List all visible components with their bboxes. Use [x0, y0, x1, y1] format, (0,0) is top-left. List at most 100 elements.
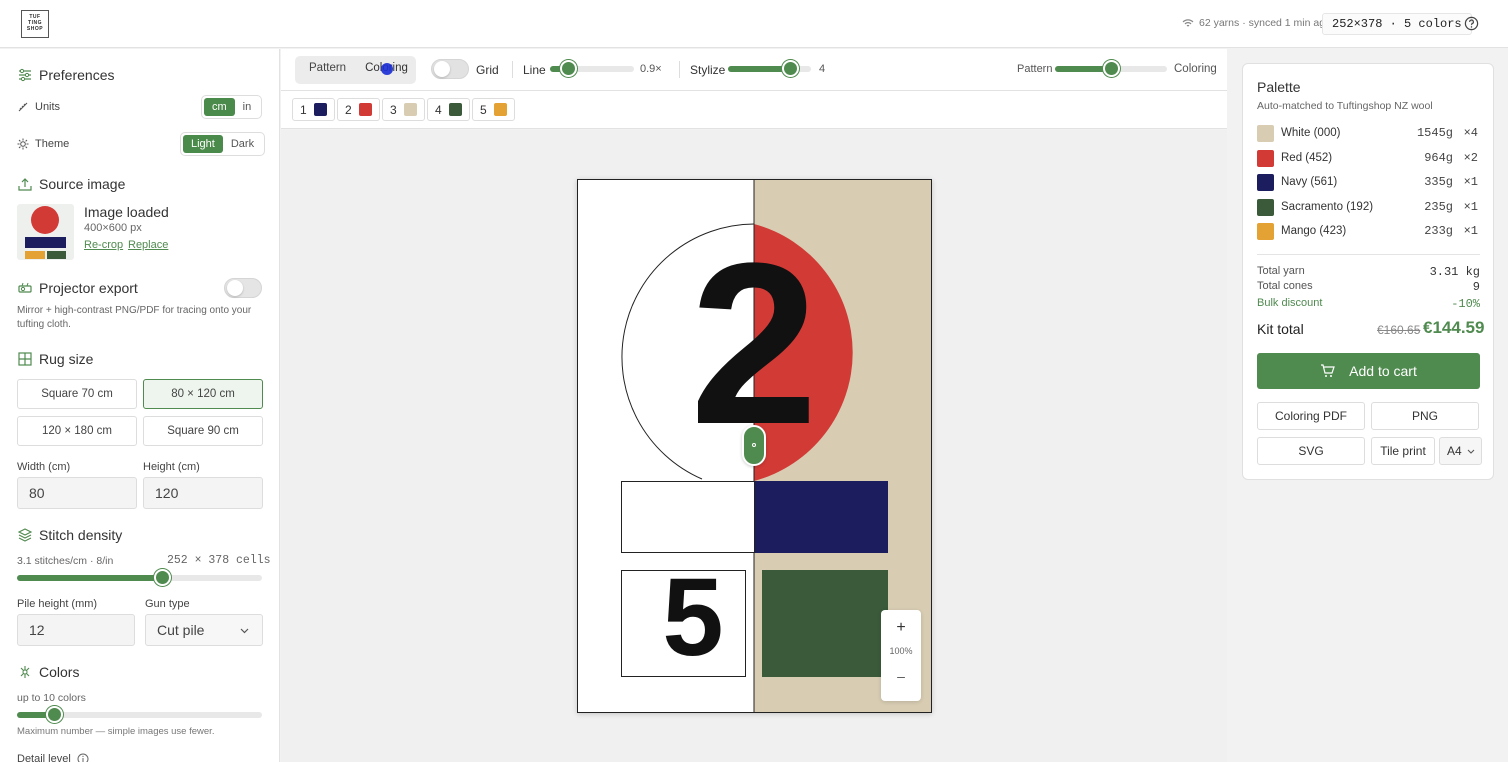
- units-option-in[interactable]: in: [235, 98, 260, 116]
- palette-item-navy[interactable]: Navy (561) 335g ×1: [1257, 173, 1481, 191]
- chip-swatch: [493, 103, 507, 116]
- kit-price: €144.59: [1423, 318, 1485, 337]
- color-chip-3[interactable]: 3: [382, 98, 425, 121]
- grid-info-badge: 252×378 · 5 colors: [1322, 13, 1472, 35]
- brand-logo[interactable]: TUF TING SHOP: [21, 10, 49, 38]
- replace-link[interactable]: Replace: [128, 239, 168, 251]
- stylize-slider[interactable]: [728, 60, 811, 77]
- recrop-link[interactable]: Re-crop: [84, 239, 123, 251]
- help-icon: [1464, 16, 1479, 31]
- height-input[interactable]: 120: [143, 477, 263, 509]
- preset-square-70[interactable]: Square 70 cm: [17, 379, 137, 409]
- theme-toggle[interactable]: Light Dark: [180, 132, 266, 156]
- coloring-pdf-button[interactable]: Coloring PDF: [1257, 402, 1365, 430]
- bulk-discount-label: Bulk discount: [1257, 297, 1323, 309]
- units-option-cm[interactable]: cm: [204, 98, 235, 116]
- stylize-label: Stylize: [690, 63, 726, 77]
- chevron-down-icon: [1467, 449, 1475, 454]
- view-mode-toggle[interactable]: Pattern Coloring: [295, 56, 416, 84]
- units-label: Units: [35, 101, 61, 113]
- palette-item-name: Red (452): [1281, 152, 1333, 164]
- palette-item-qty: ×1: [1463, 175, 1478, 189]
- projector-toggle[interactable]: [224, 278, 262, 298]
- palette-item-grams: 964g: [1424, 151, 1453, 165]
- stitch-cells: 252 × 378 cells: [167, 554, 271, 567]
- sliders-icon: [19, 68, 31, 82]
- zoom-in-button[interactable]: +: [881, 610, 921, 640]
- tile-print-button[interactable]: Tile print: [1371, 437, 1435, 465]
- palette-item-red[interactable]: Red (452) 964g ×2: [1257, 149, 1481, 167]
- gun-type-label: Gun type: [145, 598, 190, 610]
- paper-size-select[interactable]: A4: [1439, 437, 1482, 465]
- pile-height-input[interactable]: 12: [17, 614, 135, 646]
- palette-subtitle: Auto-matched to Tuftingshop NZ wool: [1257, 100, 1433, 112]
- add-to-cart-button[interactable]: Add to cart: [1257, 353, 1480, 389]
- split-handle[interactable]: [742, 425, 766, 466]
- color-chip-2[interactable]: 2: [337, 98, 380, 121]
- color-chip-5[interactable]: 5: [472, 98, 515, 121]
- palette-item-qty: ×4: [1463, 126, 1478, 140]
- rug-size-title: Rug size: [39, 351, 94, 367]
- stitch-density-value: 3.1 stitches/cm · 8/in: [17, 555, 114, 567]
- sun-icon: [17, 138, 29, 150]
- palette-swatch: [1257, 222, 1274, 240]
- preset-80x120[interactable]: 80 × 120 cm: [143, 379, 263, 409]
- chevron-down-icon: [240, 628, 249, 634]
- palette-item-name: White (000): [1281, 127, 1341, 139]
- divider: [512, 61, 513, 78]
- units-toggle[interactable]: cm in: [201, 95, 263, 119]
- blend-slider-handle[interactable]: [1103, 60, 1120, 77]
- gun-type-select[interactable]: Cut pile: [145, 614, 263, 646]
- line-slider[interactable]: [550, 60, 634, 77]
- palette-item-mango[interactable]: Mango (423) 233g ×1: [1257, 222, 1481, 240]
- total-yarn-value: 3.31 kg: [1429, 265, 1480, 279]
- png-button[interactable]: PNG: [1371, 402, 1479, 430]
- stylize-value: 4: [819, 63, 826, 75]
- zoom-out-button[interactable]: –: [881, 664, 921, 684]
- rug-canvas[interactable]: 2 5 + 100% –: [281, 130, 1227, 762]
- preferences-title: Preferences: [39, 67, 115, 83]
- theme-label: Theme: [35, 138, 70, 150]
- bulk-discount-row: Bulk discount -10%: [1257, 297, 1480, 311]
- units-row: Units: [17, 101, 60, 113]
- preset-square-90[interactable]: Square 90 cm: [143, 416, 263, 446]
- palette-item-qty: ×2: [1463, 151, 1478, 165]
- rug-size-section: Rug size: [18, 351, 93, 367]
- source-thumbnail[interactable]: [17, 204, 74, 260]
- color-chip-4[interactable]: 4: [427, 98, 470, 121]
- palette-item-grams: 233g: [1424, 224, 1453, 238]
- palette-item-qty: ×1: [1463, 200, 1478, 214]
- colors-slider[interactable]: [17, 706, 262, 723]
- palette-item-sacramento[interactable]: Sacramento (192) 235g ×1: [1257, 198, 1481, 216]
- help-button[interactable]: [1464, 16, 1479, 31]
- width-input[interactable]: 80: [17, 477, 137, 509]
- theme-option-dark[interactable]: Dark: [223, 135, 262, 153]
- wifi-icon: [1182, 19, 1194, 27]
- line-slider-handle[interactable]: [560, 60, 578, 77]
- color-chip-1[interactable]: 1: [292, 98, 335, 121]
- blend-slider[interactable]: [1055, 60, 1167, 77]
- total-yarn-label: Total yarn: [1257, 265, 1305, 277]
- stitch-density-slider-handle[interactable]: [153, 569, 171, 586]
- palette-item-name: Mango (423): [1281, 225, 1347, 237]
- palette-title: Palette: [1257, 79, 1301, 95]
- preset-120x180[interactable]: 120 × 180 cm: [17, 416, 137, 446]
- info-icon[interactable]: [77, 753, 89, 762]
- view-pattern[interactable]: Pattern: [298, 59, 357, 81]
- svg-button[interactable]: SVG: [1257, 437, 1365, 465]
- settings-sidebar: Preferences Units cm in Theme Light Dark…: [0, 49, 280, 762]
- stitch-density-slider[interactable]: [17, 569, 262, 586]
- detail-level-text: Detail level: [17, 753, 71, 762]
- projector-title: Projector export: [39, 280, 138, 296]
- total-yarn-row: Total yarn 3.31 kg: [1257, 265, 1480, 279]
- stylize-slider-handle[interactable]: [782, 60, 800, 77]
- palette-panel: Palette Auto-matched to Tuftingshop NZ w…: [1242, 63, 1494, 480]
- palette-item-white[interactable]: White (000) 1545g ×4: [1257, 124, 1481, 142]
- theme-option-light[interactable]: Light: [183, 135, 223, 153]
- chip-swatch: [358, 103, 372, 116]
- palette-swatch: [1257, 173, 1274, 191]
- line-value: 0.9×: [640, 63, 662, 75]
- grid-toggle[interactable]: [431, 59, 469, 79]
- colors-slider-handle[interactable]: [45, 706, 63, 723]
- grid-icon: [18, 352, 32, 366]
